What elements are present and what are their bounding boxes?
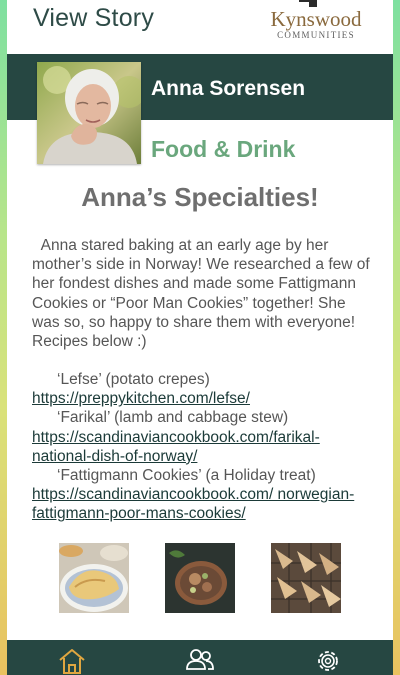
lefse-photo[interactable] bbox=[59, 543, 129, 613]
story-title: Anna’s Specialties! bbox=[81, 182, 319, 212]
story-body-text: Anna stared baking at an early age by he… bbox=[32, 237, 370, 351]
people-icon[interactable] bbox=[185, 647, 215, 675]
farikal-photo[interactable] bbox=[165, 543, 235, 613]
story-category: Food & Drink bbox=[151, 136, 296, 162]
resident-photo bbox=[37, 62, 141, 164]
recipe-link[interactable]: https://scandinaviancookbook.com/farikal… bbox=[32, 428, 377, 466]
logo-subtitle: COMMUNITIES bbox=[277, 30, 355, 40]
recipe-name: ‘Lefse’ (potato crepes) bbox=[57, 371, 210, 388]
home-icon[interactable] bbox=[57, 647, 87, 675]
recipe-list: ‘Lefse’ (potato crepes) https://preppyki… bbox=[32, 370, 377, 524]
recipe-link[interactable]: https://scandinaviancookbook.com/ norweg… bbox=[32, 485, 377, 523]
settings-icon[interactable] bbox=[313, 647, 343, 675]
recipe-name: ‘Farikal’ (lamb and cabbage stew) bbox=[57, 409, 289, 427]
app-screen: View Story Kynswood COMMUNITIES Anna Sor… bbox=[7, 0, 393, 675]
page-title: View Story bbox=[33, 4, 155, 32]
recipe-link[interactable]: https://preppykitchen.com/lefse/ bbox=[32, 389, 377, 408]
logo-name: Kynswood bbox=[270, 7, 362, 31]
top-bar: View Story Kynswood COMMUNITIES bbox=[7, 0, 393, 52]
story-body: Anna stared baking at an early age by he… bbox=[32, 236, 375, 351]
resident-name: Anna Sorensen bbox=[151, 77, 306, 100]
fattigmann-cookies-photo[interactable] bbox=[271, 543, 341, 613]
recipe-name: ‘Fattigmann Cookies’ (a Holiday treat) bbox=[57, 467, 316, 485]
kynswood-logo: Kynswood COMMUNITIES bbox=[251, 0, 381, 48]
